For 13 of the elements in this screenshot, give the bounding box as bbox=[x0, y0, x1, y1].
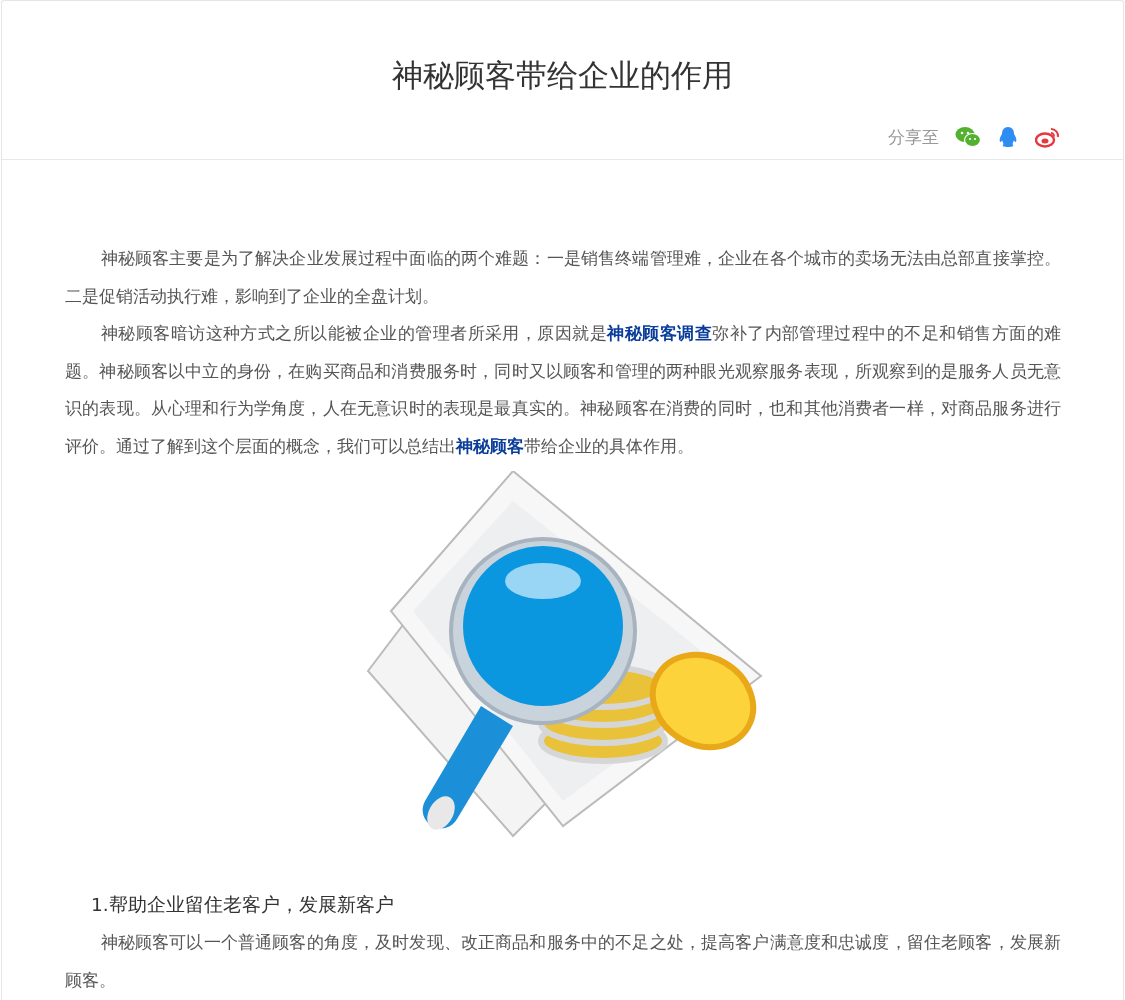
section-heading: 1.帮助企业留住老客户，发展新客户 bbox=[90, 893, 395, 917]
penguin-icon bbox=[998, 126, 1018, 148]
weibo-icon bbox=[1035, 126, 1061, 148]
share-button[interactable] bbox=[955, 125, 981, 149]
chat-bubbles-icon bbox=[955, 126, 981, 148]
article-paragraph: 神秘顾客可以一个普通顾客的角度，及时发现、改正商品和服务中的不足之处，提高客户满意度和忠诚度，留住老顾客，发展新顾客。 bbox=[65, 931, 1061, 992]
share-button[interactable] bbox=[1035, 125, 1061, 149]
article-paragraph: 神秘顾客暗访这种方式之所以能被企业的管理者所采用，原因就是神秘顾客调查弥补了内部管理过程中的不足和销售方面的难题。神秘顾客以中立的身份，在购买商品和消费服务时，同时又以顾客和管理的两种眼光观察服务表现，所观察到的是服务人员无意识的表现。从心理和行为学角度，人在无意识时的表现是最真实的。神秘顾客在消费的同时，也和其他消费者一样，对商品服务进行评价。通过了解到这个层面的概念，我们可以总结出神秘顾客带给企业的具体作用。 bbox=[65, 322, 1061, 458]
article-title: 神秘顾客带给企业的作用 bbox=[392, 56, 733, 95]
article-link[interactable]: 神秘顾客 bbox=[456, 435, 524, 456]
article-paragraph: 神秘顾客主要是为了解决企业发展过程中面临的两个难题：一是销售终端管理难，企业在各个城市的卖场无法由总部直接掌控。二是促销活动执行难，影响到了企业的全盘计划。 bbox=[65, 247, 1061, 308]
share-label: 分享至 bbox=[888, 125, 939, 149]
article-link[interactable]: 神秘顾客调查 bbox=[607, 323, 713, 343]
